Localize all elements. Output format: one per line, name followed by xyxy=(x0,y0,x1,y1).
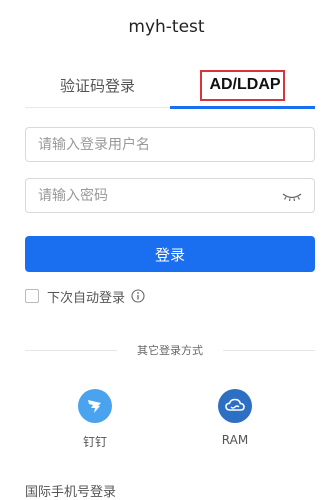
password-field xyxy=(25,178,315,213)
tab-ad-ldap[interactable]: AD/LDAP xyxy=(170,62,315,108)
remember-label: 下次自动登录 xyxy=(47,290,126,306)
ram-login-button[interactable]: RAM xyxy=(205,389,265,447)
divider-label: 其它登录方式 xyxy=(137,344,203,357)
divider-line xyxy=(25,349,117,351)
dingtalk-icon xyxy=(78,389,112,423)
intl-phone-login-link[interactable]: 国际手机号登录 xyxy=(25,481,116,500)
divider-line xyxy=(223,349,315,351)
login-button[interactable]: 登录 xyxy=(25,236,315,272)
dingtalk-label: 钉钉 xyxy=(82,435,107,449)
ram-label: RAM xyxy=(221,433,249,447)
username-input[interactable] xyxy=(26,128,314,161)
cloud-icon xyxy=(218,389,252,423)
dingtalk-login-button[interactable]: 钉钉 xyxy=(65,389,125,450)
active-tab-indicator xyxy=(170,106,315,109)
tab-label: AD/LDAP xyxy=(200,69,285,101)
remember-checkbox[interactable] xyxy=(25,289,39,303)
password-input[interactable] xyxy=(26,179,314,212)
login-tabs: 验证码登录 AD/LDAP xyxy=(25,62,315,109)
tab-label: 验证码登录 xyxy=(59,76,135,95)
username-field xyxy=(25,127,315,162)
other-login-divider: 其它登录方式 xyxy=(25,341,315,359)
info-icon[interactable] xyxy=(131,289,145,303)
page-title: myh-test xyxy=(128,17,205,37)
tab-verification-code[interactable]: 验证码登录 xyxy=(25,62,170,108)
eye-closed-icon[interactable] xyxy=(280,187,304,205)
remember-login: 下次自动登录 xyxy=(25,287,145,306)
